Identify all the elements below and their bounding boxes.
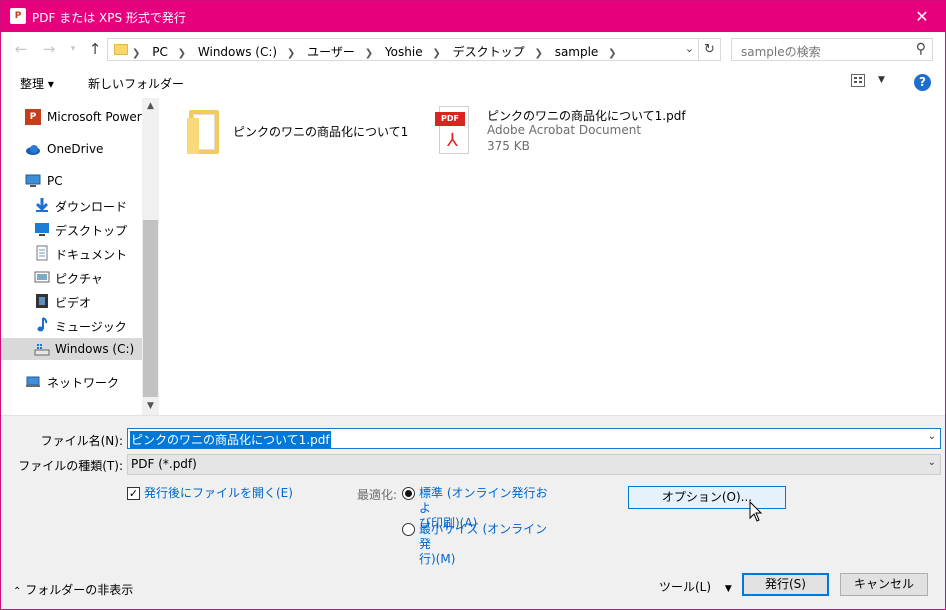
picture-icon	[34, 269, 50, 285]
nav-item-videos[interactable]: ビデオ	[1, 290, 142, 312]
scroll-up-icon[interactable]: ▲	[142, 101, 159, 111]
address-dropdown-icon[interactable]: ⌄	[685, 42, 694, 55]
nav-item-pc[interactable]: PC	[1, 170, 142, 192]
crumb-sample[interactable]: sample	[555, 45, 599, 59]
crumb-pc[interactable]: PC	[152, 45, 168, 59]
hide-folders-toggle[interactable]: ⌃ フォルダーの非表示	[13, 581, 133, 598]
organize-button[interactable]: 整理 ▾	[20, 75, 54, 92]
nav-item-onedrive[interactable]: OneDrive	[1, 138, 142, 160]
onedrive-icon	[25, 141, 41, 157]
scrollbar-thumb[interactable]	[143, 220, 158, 397]
file-type: Adobe Acrobat Document	[487, 123, 642, 137]
nav-item-powerpoint[interactable]: P Microsoft PowerP	[1, 106, 142, 128]
radio-minimum-label[interactable]: 最小サイズ (オンライン発 行)(M)	[419, 522, 549, 567]
powerpoint-app-icon: P	[10, 8, 26, 24]
file-name: ピンクのワニの商品化について1.pdf	[487, 109, 686, 123]
nav-item-windows-c[interactable]: Windows (C:)	[1, 338, 142, 360]
open-after-label[interactable]: 発行後にファイルを開く(E)	[144, 486, 293, 501]
desktop-icon	[34, 221, 50, 237]
nav-item-network[interactable]: ネットワーク	[1, 370, 142, 392]
filename-field[interactable]: ピンクのワニの商品化について1.pdf ⌄	[127, 428, 941, 449]
pdf-icon: PDF ⅄	[435, 106, 471, 154]
folder-icon	[114, 44, 128, 55]
drive-icon	[34, 341, 50, 357]
command-bar: 整理 ▾ 新しいフォルダー ▼ ?	[1, 66, 945, 98]
crumb-drive[interactable]: Windows (C:)	[198, 45, 277, 59]
nav-scrollbar[interactable]: ▲ ▼	[142, 98, 159, 415]
cancel-button[interactable]: キャンセル	[840, 573, 928, 596]
search-icon: ⚲	[915, 41, 926, 57]
address-row: ← → ▾ ↑ ❯ PC ❯ Windows (C:) ❯ ユーザー ❯ Yos…	[1, 32, 945, 66]
scroll-down-icon[interactable]: ▼	[142, 401, 159, 411]
powerpoint-icon: P	[25, 109, 41, 125]
breadcrumb: ❯ PC ❯ Windows (C:) ❯ ユーザー ❯ Yoshie ❯ デス…	[132, 45, 617, 59]
recent-chevron-icon[interactable]: ▾	[63, 39, 83, 59]
search-box[interactable]: sampleの検索 ⚲	[731, 38, 933, 61]
refresh-icon[interactable]: ↻	[698, 39, 720, 60]
file-name: ピンクのワニの商品化について1	[233, 125, 409, 139]
list-item-folder[interactable]: ピンクのワニの商品化について1	[159, 98, 409, 162]
forward-arrow-icon[interactable]: →	[39, 39, 59, 59]
radio-standard[interactable]	[402, 487, 415, 500]
crumb-yoshie[interactable]: Yoshie	[385, 45, 423, 59]
nav-item-pictures[interactable]: ピクチャ	[1, 266, 142, 288]
chevron-up-icon: ⌃	[13, 586, 22, 597]
music-icon	[34, 317, 50, 333]
title-bar: P PDF または XPS 形式で発行 ✕	[1, 1, 945, 32]
chevron-down-icon: ▼	[878, 75, 885, 85]
nav-item-downloads[interactable]: ダウンロード	[1, 194, 142, 216]
document-icon	[34, 245, 50, 261]
publish-button[interactable]: 発行(S)	[742, 573, 829, 596]
chevron-down-icon: ⌄	[927, 457, 936, 468]
nav-item-music[interactable]: ミュージック	[1, 314, 142, 336]
chevron-down-icon[interactable]: ⌄	[928, 431, 936, 442]
window-title: PDF または XPS 形式で発行	[32, 11, 186, 25]
crumb-users[interactable]: ユーザー	[307, 45, 355, 59]
tools-menu[interactable]: ツール(L) ▼	[659, 578, 732, 595]
view-options-button[interactable]: ▼	[851, 74, 891, 92]
help-button[interactable]: ?	[914, 74, 931, 91]
optimize-label: 最適化:	[357, 488, 398, 502]
up-arrow-icon[interactable]: ↑	[85, 39, 105, 59]
save-options-panel: ファイル名(N): ピンクのワニの商品化について1.pdf ⌄ ファイルの種類(…	[1, 415, 945, 609]
crumb-desktop[interactable]: デスクトップ	[453, 45, 525, 59]
filename-label: ファイル名(N):	[40, 434, 123, 448]
download-icon	[34, 197, 50, 213]
filetype-select[interactable]: PDF (*.pdf) ⌄	[127, 454, 941, 475]
chevron-down-icon: ▼	[724, 584, 732, 594]
open-after-checkbox[interactable]: ✓	[127, 487, 140, 500]
nav-item-documents[interactable]: ドキュメント	[1, 242, 142, 264]
pc-icon	[25, 173, 41, 189]
network-icon	[25, 373, 41, 389]
address-bar[interactable]: ❯ PC ❯ Windows (C:) ❯ ユーザー ❯ Yoshie ❯ デス…	[107, 38, 721, 61]
video-icon	[34, 293, 50, 309]
filetype-label: ファイルの種類(T):	[18, 459, 123, 473]
publish-dialog: P PDF または XPS 形式で発行 ✕ ← → ▾ ↑ ❯ PC ❯ Win…	[0, 0, 946, 610]
back-arrow-icon[interactable]: ←	[11, 39, 31, 59]
search-input[interactable]: sampleの検索	[741, 43, 821, 60]
close-button[interactable]: ✕	[899, 1, 945, 32]
navigation-pane: P Microsoft PowerP OneDrive PC ダウンロード デス…	[1, 98, 142, 415]
details-view-icon	[851, 74, 865, 87]
file-size: 375 KB	[487, 139, 530, 153]
nav-item-desktop[interactable]: デスクトップ	[1, 218, 142, 240]
folder-icon	[187, 110, 221, 154]
new-folder-button[interactable]: 新しいフォルダー	[88, 75, 184, 92]
radio-minimum[interactable]	[402, 523, 415, 536]
file-list: ピンクのワニの商品化について1 PDF ⅄ ピンクのワニの商品化について1.pd…	[159, 98, 945, 415]
mouse-cursor-icon	[749, 501, 763, 522]
